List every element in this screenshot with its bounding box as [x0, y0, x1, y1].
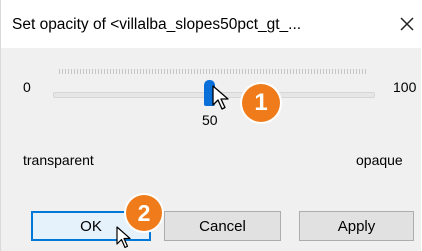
close-icon	[400, 17, 414, 31]
slider-min-label: 0	[23, 79, 31, 95]
title-bar: Set opacity of <villalba_slopes50pct_gt_…	[1, 0, 421, 48]
close-button[interactable]	[394, 11, 420, 37]
opacity-dialog: Set opacity of <villalba_slopes50pct_gt_…	[0, 0, 421, 251]
slider-value-label: 50	[202, 112, 218, 128]
slider-ticks	[59, 69, 367, 74]
apply-button[interactable]: Apply	[299, 211, 414, 241]
slider-max-label: 100	[393, 79, 417, 95]
dialog-title: Set opacity of <villalba_slopes50pct_gt_…	[12, 16, 302, 33]
mouse-pointer-icon	[116, 226, 131, 249]
step-callout-1: 1	[242, 84, 280, 122]
transparent-label: transparent	[23, 152, 94, 168]
opaque-label: opaque	[356, 152, 403, 168]
cancel-button[interactable]: Cancel	[164, 211, 281, 241]
mouse-pointer-icon	[212, 85, 229, 110]
